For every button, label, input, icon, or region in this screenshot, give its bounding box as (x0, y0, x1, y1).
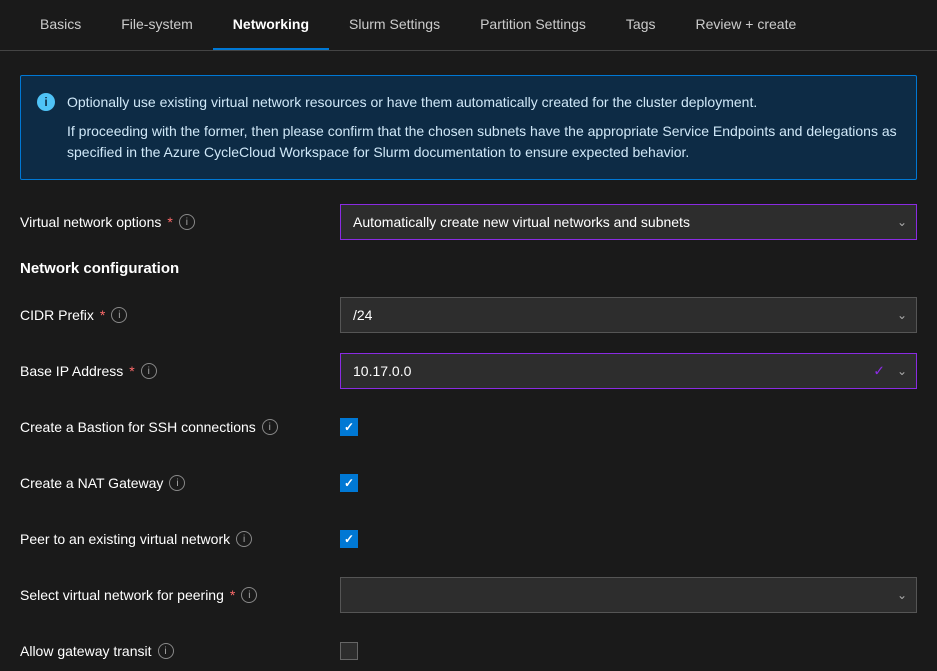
navigation-tabs: Basics File-system Networking Slurm Sett… (0, 0, 937, 51)
base-ip-label: Base IP Address * i (20, 363, 340, 379)
gateway-transit-checkbox[interactable] (340, 642, 358, 660)
vnet-options-label: Virtual network options * i (20, 214, 340, 230)
base-ip-required: * (129, 363, 134, 379)
tab-basics[interactable]: Basics (20, 0, 101, 50)
info-banner: i Optionally use existing virtual networ… (20, 75, 917, 180)
select-vnet-label: Select virtual network for peering * i (20, 587, 340, 603)
info-icon: i (37, 93, 55, 111)
info-text: Optionally use existing virtual network … (67, 92, 900, 163)
tab-tags[interactable]: Tags (606, 0, 676, 50)
base-ip-select[interactable]: 10.17.0.0 (340, 353, 917, 389)
peer-checkbox[interactable] (340, 530, 358, 548)
bastion-tooltip-icon[interactable]: i (262, 419, 278, 435)
vnet-options-select[interactable]: Automatically create new virtual network… (340, 204, 917, 240)
cidr-label: CIDR Prefix * i (20, 307, 340, 323)
nat-tooltip-icon[interactable]: i (169, 475, 185, 491)
peer-vnet-label: Peer to an existing virtual network i (20, 531, 340, 547)
cidr-select-wrapper: /24 ⌄ (340, 297, 917, 333)
vnet-options-tooltip-icon[interactable]: i (179, 214, 195, 230)
peer-vnet-row: Peer to an existing virtual network i (20, 521, 917, 557)
tab-networking[interactable]: Networking (213, 0, 329, 50)
peer-checkbox-wrapper (340, 530, 358, 548)
select-vnet-peering-row: Select virtual network for peering * i ⌄ (20, 577, 917, 613)
tab-slurm[interactable]: Slurm Settings (329, 0, 460, 50)
nat-gateway-row: Create a NAT Gateway i (20, 465, 917, 501)
nat-gateway-label: Create a NAT Gateway i (20, 475, 340, 491)
main-content: i Optionally use existing virtual networ… (0, 51, 937, 671)
select-vnet-select[interactable] (340, 577, 917, 613)
nat-checkbox-wrapper (340, 474, 358, 492)
select-vnet-required: * (230, 587, 235, 603)
nat-checkbox[interactable] (340, 474, 358, 492)
cidr-required: * (100, 307, 105, 323)
gateway-transit-checkbox-wrapper (340, 642, 358, 660)
required-indicator: * (167, 214, 172, 230)
base-ip-select-wrapper: 10.17.0.0 ✓ ⌄ (340, 353, 917, 389)
gateway-transit-tooltip-icon[interactable]: i (158, 643, 174, 659)
cidr-select[interactable]: /24 (340, 297, 917, 333)
gateway-transit-row: Allow gateway transit i (20, 633, 917, 669)
tab-filesystem[interactable]: File-system (101, 0, 213, 50)
vnet-options-row: Virtual network options * i Automaticall… (20, 204, 917, 240)
tab-partition[interactable]: Partition Settings (460, 0, 606, 50)
select-vnet-tooltip-icon[interactable]: i (241, 587, 257, 603)
gateway-transit-label: Allow gateway transit i (20, 643, 340, 659)
bastion-row: Create a Bastion for SSH connections i (20, 409, 917, 445)
cidr-tooltip-icon[interactable]: i (111, 307, 127, 323)
base-ip-tooltip-icon[interactable]: i (141, 363, 157, 379)
info-line1: Optionally use existing virtual network … (67, 92, 900, 113)
tab-review[interactable]: Review + create (676, 0, 817, 50)
cidr-prefix-row: CIDR Prefix * i /24 ⌄ (20, 297, 917, 333)
info-line2: If proceeding with the former, then plea… (67, 121, 900, 163)
base-ip-row: Base IP Address * i 10.17.0.0 ✓ ⌄ (20, 353, 917, 389)
bastion-checkbox[interactable] (340, 418, 358, 436)
select-vnet-wrapper: ⌄ (340, 577, 917, 613)
network-config-heading: Network configuration (20, 260, 917, 277)
bastion-label: Create a Bastion for SSH connections i (20, 419, 340, 435)
bastion-checkbox-wrapper (340, 418, 358, 436)
vnet-options-select-wrapper: Automatically create new virtual network… (340, 204, 917, 240)
peer-tooltip-icon[interactable]: i (236, 531, 252, 547)
